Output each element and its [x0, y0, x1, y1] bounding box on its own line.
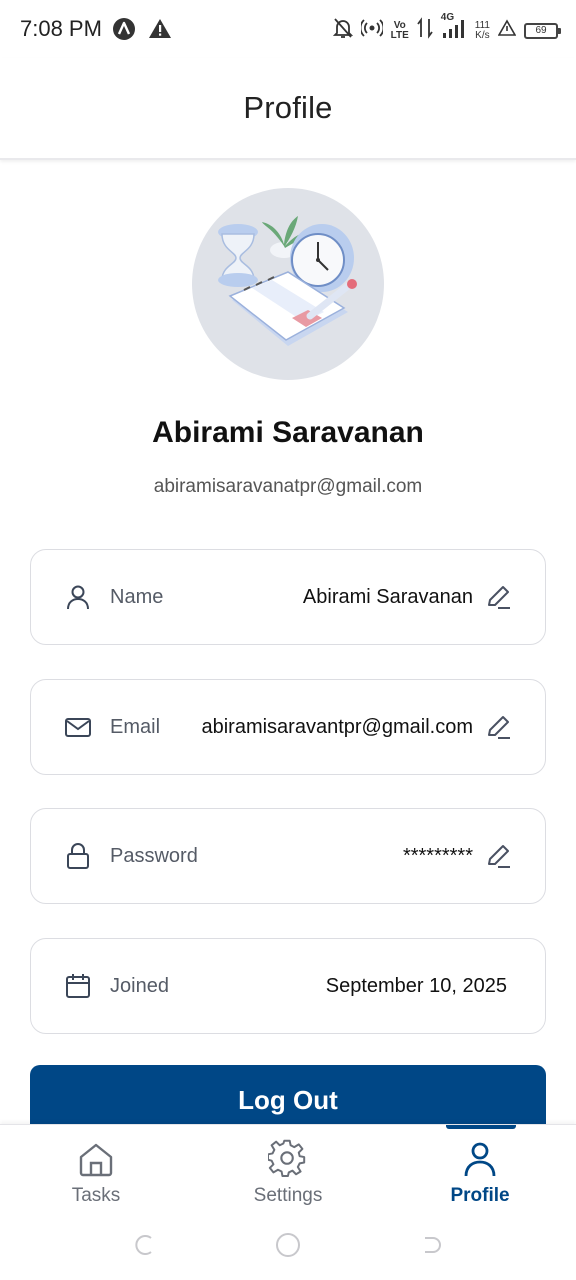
nav-label-tasks: Tasks	[71, 1185, 121, 1206]
edit-email-icon[interactable]	[483, 712, 513, 742]
nav-item-tasks[interactable]: Tasks	[0, 1125, 192, 1225]
hotspot-icon	[359, 17, 384, 44]
battery-level: 69	[535, 25, 547, 36]
recents-icon[interactable]	[131, 1232, 157, 1258]
password-field-card: Password *********	[30, 808, 546, 904]
email-label: Email	[110, 715, 161, 738]
user-icon	[63, 582, 93, 612]
name-value: Abirami Saravanan	[302, 585, 473, 608]
profile-email: abiramisaravanatpr@gmail.com	[153, 476, 423, 497]
mail-icon	[63, 712, 93, 742]
warning-icon	[148, 17, 172, 46]
hourglass-illustration	[218, 224, 258, 287]
gear-icon	[268, 1139, 308, 1179]
nav-item-profile[interactable]: Profile	[384, 1125, 576, 1225]
email-value: abiramisaravantpr@gmail.com	[201, 715, 473, 738]
joined-field-card: Joined September 10, 2025	[30, 938, 546, 1034]
calendar-icon	[63, 971, 93, 1001]
volte-indicator: Vo LTE	[390, 20, 409, 41]
lock-icon	[63, 841, 93, 871]
bottom-nav: Tasks Settings Profile	[0, 1124, 576, 1224]
home-button-icon[interactable]	[275, 1232, 301, 1258]
alert-triangle-icon	[497, 19, 517, 42]
edit-name-icon[interactable]	[483, 582, 513, 612]
system-nav-bar	[0, 1224, 576, 1280]
name-field-card: Name Abirami Saravanan	[30, 549, 546, 645]
joined-value: September 10, 2025	[325, 974, 507, 997]
status-time: 7:08 PM	[20, 16, 102, 41]
edit-password-icon[interactable]	[483, 841, 513, 871]
battery-icon: 69	[524, 22, 561, 39]
user-icon	[460, 1139, 500, 1179]
app-header: Profile	[0, 58, 576, 160]
app-a-icon	[112, 17, 136, 46]
password-value: *********	[402, 844, 473, 867]
speed-indicator: 111 K/s	[475, 20, 490, 41]
status-bar: 7:08 PM Vo LTE 4G 111 K/s 69	[0, 0, 576, 58]
password-label: Password	[110, 844, 198, 867]
avatar	[192, 188, 384, 380]
email-field-card: Email abiramisaravantpr@gmail.com	[30, 679, 546, 775]
joined-label: Joined	[110, 974, 169, 997]
bell-off-icon	[332, 17, 353, 44]
nav-label-profile: Profile	[450, 1185, 510, 1206]
profile-name: Abirami Saravanan	[152, 416, 424, 449]
speed-unit: K/s	[475, 29, 490, 41]
volte-bottom: LTE	[390, 29, 409, 41]
signal-icon: 4G	[440, 12, 467, 45]
back-icon[interactable]	[419, 1232, 445, 1258]
nav-item-settings[interactable]: Settings	[192, 1125, 384, 1225]
nav-label-settings: Settings	[253, 1185, 323, 1206]
page-title: Profile	[243, 90, 333, 125]
data-arrows-icon	[417, 17, 433, 44]
name-label: Name	[110, 585, 164, 608]
home-icon	[76, 1139, 116, 1179]
network-type: 4G	[440, 12, 455, 23]
